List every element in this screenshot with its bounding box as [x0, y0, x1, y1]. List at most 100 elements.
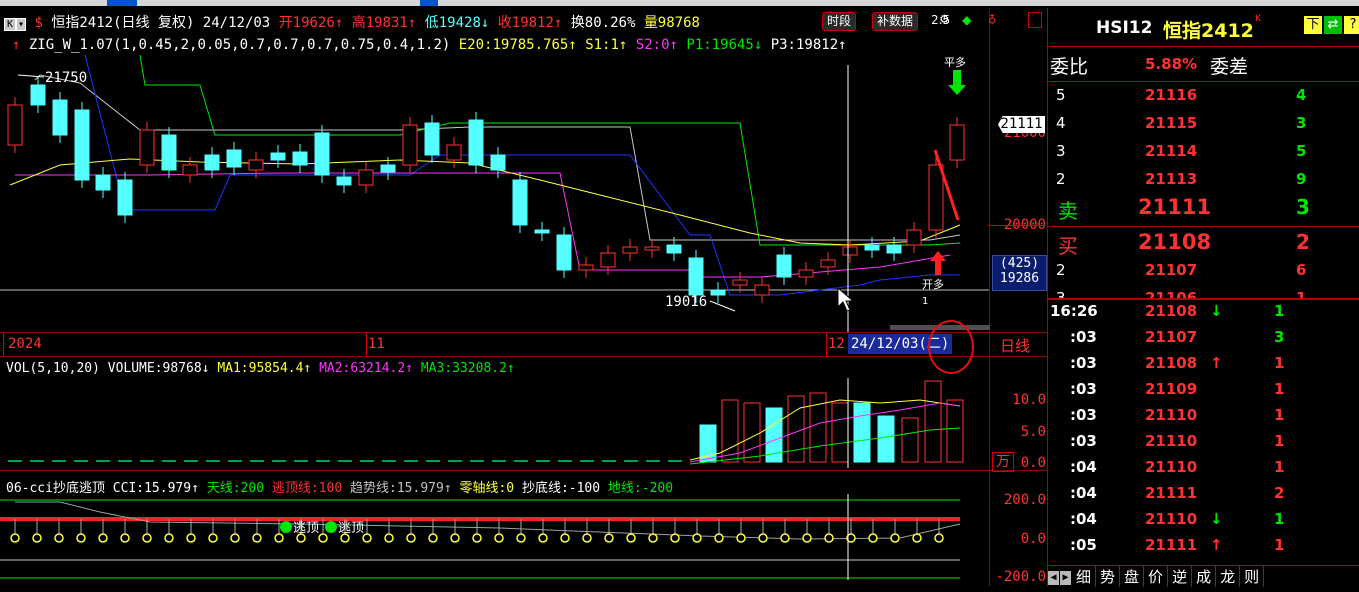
tick-qty: 1 — [1274, 536, 1285, 554]
candle-body — [30, 84, 46, 106]
volume-bar-small — [646, 460, 660, 462]
highlight-circle — [928, 320, 974, 374]
tick-time: :03 — [1070, 380, 1097, 398]
green-diamond-icon: ◆ — [962, 10, 972, 29]
prev-icon[interactable]: ◀ — [1048, 570, 1059, 585]
detail-tab[interactable]: 逆 — [1168, 566, 1193, 587]
ratio-label: 委比 — [1050, 56, 1089, 78]
tick-row[interactable]: :04 21110 1 — [1048, 456, 1359, 482]
cci-dot — [494, 533, 504, 543]
zig-magenta-line — [15, 172, 951, 278]
top-toolbar-strip — [0, 0, 1359, 6]
pin-icon[interactable]: ♁ — [988, 11, 996, 27]
detail-tab[interactable]: 价 — [1144, 566, 1169, 587]
volume-bar — [946, 399, 964, 463]
volume-chart — [8, 378, 964, 468]
volume-bar-small — [118, 460, 132, 462]
supplement-data-button[interactable]: 补数据 — [872, 12, 919, 31]
quote-header: HSI12 恒指2412 K 下 ⇄ ? — [1048, 8, 1359, 47]
volume-bar — [877, 415, 895, 463]
detail-tab[interactable]: 龙 — [1216, 566, 1241, 587]
candle-body — [380, 164, 396, 173]
dropdown-icon[interactable]: ▾ — [16, 18, 27, 31]
current-price-tag: 21111 — [998, 116, 1045, 133]
tick-time: :04 — [1070, 510, 1097, 528]
volume-bar-small — [272, 460, 286, 462]
tick-row[interactable]: :05 21111 ↑ 1 — [1048, 534, 1359, 560]
signal-open-long: 开多 — [922, 277, 944, 291]
down-button[interactable]: 下 — [1304, 16, 1322, 34]
cci-dot — [208, 533, 218, 543]
kline-button[interactable]: K — [4, 18, 17, 31]
cci-dot — [670, 533, 680, 543]
maximize-icon[interactable] — [1028, 12, 1042, 28]
tick-row[interactable]: :04 21110 ↓ 1 — [1048, 508, 1359, 534]
order-book-row[interactable]: 2 21113 9 — [1048, 167, 1359, 193]
volume-bar-small — [30, 460, 44, 462]
cci-dot — [758, 533, 768, 543]
cci-dot — [824, 533, 834, 543]
detail-tab[interactable]: 势 — [1096, 566, 1121, 587]
dollar-icon: $ — [34, 15, 43, 31]
tick-row[interactable]: :03 21108 ↑ 1 — [1048, 352, 1359, 378]
settings-gear-icon[interactable]: ⚙ — [940, 11, 948, 27]
tick-direction-icon: ↑ — [1210, 536, 1223, 554]
volume-bar-small — [470, 460, 484, 462]
low-price: 低19428 — [424, 15, 481, 31]
up-arrow-icon: ↑ — [334, 15, 344, 31]
cci-dot — [230, 533, 240, 543]
order-ratio-row: 委比 5.88% 委差 — [1048, 47, 1359, 82]
order-book-row[interactable]: 5 21116 4 — [1048, 83, 1359, 109]
menu-icon[interactable]: ? — [1344, 16, 1359, 34]
cci-dot — [868, 533, 878, 543]
switch-icon[interactable]: ⇄ — [1324, 16, 1342, 34]
tick-row[interactable]: :03 21110 1 — [1048, 430, 1359, 456]
volume-bar-small — [294, 460, 308, 462]
volume-bar — [787, 395, 805, 463]
order-book-row[interactable]: 4 21115 3 — [1048, 111, 1359, 137]
ob-level: 3 — [1056, 289, 1066, 300]
detail-tab[interactable]: 盘 — [1120, 566, 1145, 587]
detail-tab[interactable]: 细 — [1072, 566, 1097, 587]
cci-dot — [472, 533, 482, 543]
volume-bar-small — [316, 460, 330, 462]
candle-body — [842, 246, 858, 256]
order-book-row[interactable]: 3 21114 5 — [1048, 139, 1359, 165]
order-book-row[interactable]: 买 21108 2 — [1048, 230, 1359, 258]
period-daily[interactable]: 日线 — [1000, 335, 1030, 356]
tick-row[interactable]: :03 21109 1 — [1048, 378, 1359, 404]
tick-price: 21110 — [1145, 432, 1198, 450]
tick-row[interactable]: :03 21107 3 — [1048, 326, 1359, 352]
candle-body — [270, 152, 286, 161]
p3-value: P3:19812 — [770, 37, 839, 53]
tick-row[interactable]: 16:26 21108 ↓ 1 — [1048, 300, 1359, 326]
cci-axis-0: 0.0 — [1020, 531, 1046, 547]
ob-price: 21115 — [1145, 114, 1198, 132]
date-11: 11 — [368, 336, 385, 352]
cci-dot — [120, 533, 130, 543]
price-chart[interactable]: 平多 开多 1 21750 19016 — [0, 55, 989, 332]
volume-top — [0, 356, 1047, 357]
order-book-row[interactable]: 卖 21111 3 — [1048, 195, 1359, 223]
candle-body — [446, 144, 462, 161]
e20-yellow-line — [9, 158, 961, 246]
order-book-row[interactable]: 2 21107 6 — [1048, 258, 1359, 284]
tick-price: 21108 — [1145, 354, 1198, 372]
next-icon[interactable]: ▶ — [1060, 570, 1071, 585]
order-book-row[interactable]: 3 21106 1 — [1048, 286, 1359, 300]
tick-qty: 1 — [1274, 510, 1285, 528]
volume-bar-small — [360, 460, 374, 462]
tick-price: 21108 — [1145, 302, 1198, 320]
volume-header: VOL(5,10,20) VOLUME:98768↓ MA1:95854.4↑ … — [6, 361, 515, 376]
time-period-button[interactable]: 时段 — [822, 12, 857, 31]
diff-label: 委差 — [1210, 56, 1249, 78]
ob-qty: 6 — [1296, 261, 1307, 279]
ob-level: 2 — [1056, 261, 1066, 279]
tick-row[interactable]: :03 21110 1 — [1048, 404, 1359, 430]
detail-tab[interactable]: 成 — [1192, 566, 1217, 587]
down-arrow-icon: ↓ — [480, 15, 490, 31]
volume-bar-small — [580, 460, 594, 462]
tick-row[interactable]: :04 21111 2 — [1048, 482, 1359, 508]
tick-list[interactable]: 16:26 21108 ↓ 1:03 21107 3:03 21108 ↑ 1:03 21109 1… — [1048, 300, 1359, 564]
detail-tab[interactable]: 则 — [1240, 566, 1265, 587]
